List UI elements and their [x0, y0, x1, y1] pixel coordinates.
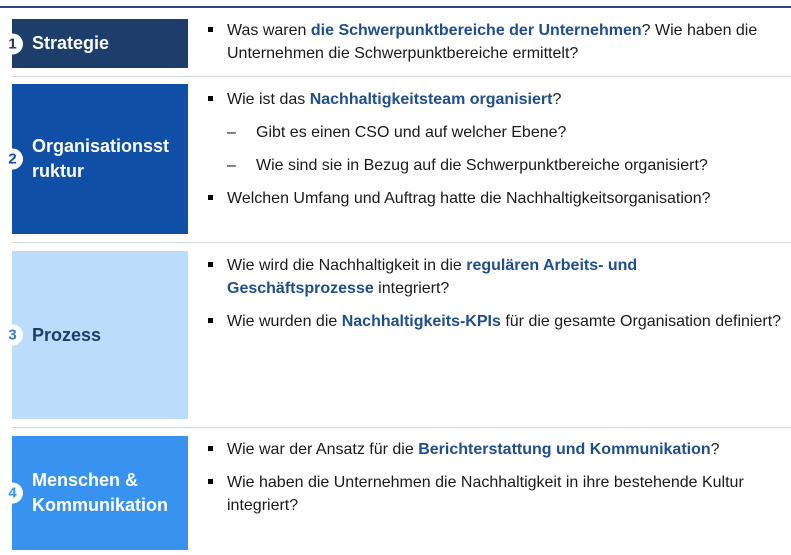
section-title: Organisationsst ruktur — [32, 136, 170, 181]
highlight-text: Nachhaltigkeits-KPIs — [341, 313, 501, 330]
section-organisationsstruktur-content: Wie ist das Nachhaltigkeitsteam organisi… — [208, 88, 783, 220]
bullet-item: Wie haben die Unternehmen die Nachhaltig… — [208, 471, 783, 517]
section-title: Strategie — [32, 33, 110, 53]
bullet-item: Was waren die Schwerpunktbereiche der Un… — [208, 19, 783, 65]
section-title: Menschen & Kommunikation — [32, 470, 169, 515]
section-divider — [12, 242, 791, 243]
section-title: Prozess — [32, 324, 102, 345]
section-number-badge: 4 — [2, 482, 23, 504]
section-number-badge: 2 — [2, 148, 23, 170]
sub-bullet-item: – Gibt es einen CSO und auf welcher Ebene… — [227, 124, 567, 141]
section-number-badge: 3 — [2, 324, 23, 346]
section-divider — [12, 427, 791, 428]
section-strategie-header: 1 Strategie — [2, 19, 188, 68]
sub-bullet-item: – Wie sind sie in Bezug auf die Schwerpun… — [227, 157, 708, 174]
bullet-item: Wie war der Ansatz für die Berichterstat… — [208, 438, 783, 461]
bullet-item: Wie wurden die Nachhaltigkeits-KPIs für … — [208, 310, 783, 333]
bullet-item: Welchen Umfang und Auftrag hatte die Nac… — [208, 187, 783, 210]
section-menschen-kommunikation-header: 4 Menschen & Kommunikation — [2, 436, 188, 550]
section-number-badge: 1 — [2, 33, 23, 54]
highlight-text: Nachhaltigkeitsteam organisiert — [309, 91, 553, 108]
section-menschen-kommunikation-content: Wie war der Ansatz für die Berichterstat… — [208, 438, 783, 527]
section-strategie-content: Was waren die Schwerpunktbereiche der Un… — [208, 19, 783, 75]
section-prozess-content: Wie wird die Nachhaltigkeit in die regul… — [208, 254, 783, 343]
highlight-text: Berichterstattung und Kommunikation — [418, 441, 711, 458]
top-rule — [0, 6, 791, 8]
highlight-text: die Schwerpunktbereiche der Unternehmen — [310, 22, 642, 39]
bullet-item: Wie ist das Nachhaltigkeitsteam organisi… — [208, 88, 783, 111]
section-divider — [12, 76, 791, 77]
bullet-item: Wie wird die Nachhaltigkeit in die regul… — [208, 254, 783, 300]
section-prozess-header: 3 Prozess — [2, 251, 188, 419]
section-organisationsstruktur-header: 2 Organisationsst ruktur — [2, 84, 188, 234]
